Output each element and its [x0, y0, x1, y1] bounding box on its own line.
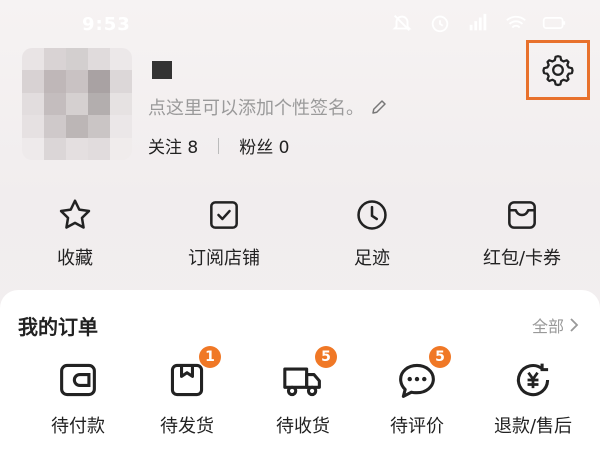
order-pending-payment[interactable]: 待付款: [23, 360, 133, 438]
wallet-icon: [60, 363, 96, 397]
stats-divider: [218, 137, 220, 154]
profile-name-redacted: [152, 61, 172, 79]
signature-text: 点这里可以添加个性签名。: [148, 98, 364, 119]
comment-icon: [399, 363, 435, 398]
battery-icon: [542, 17, 566, 29]
order-refund-after-sales[interactable]: 退款/售后: [478, 360, 588, 438]
order-label: 待付款: [51, 416, 105, 437]
follow-count: 8: [187, 138, 199, 158]
subscribe-store-icon: [210, 201, 238, 229]
clock-icon: [357, 200, 387, 230]
signal-icon: [469, 13, 487, 31]
status-bar: 9:53: [0, 0, 600, 46]
alarm-icon: [431, 15, 449, 33]
quick-link-label: 订阅店铺: [188, 248, 260, 269]
orders-all-link[interactable]: 全部: [532, 313, 580, 337]
follow-label: 关注: [148, 138, 182, 158]
settings-button[interactable]: [526, 40, 590, 100]
signature-prompt[interactable]: 点这里可以添加个性签名。: [148, 94, 388, 120]
quick-link-label: 足迹: [354, 248, 390, 269]
order-count-badge: 5: [315, 346, 337, 368]
order-label: 退款/售后: [493, 416, 573, 437]
mute-bell-icon: [392, 15, 412, 31]
status-time: 9:53: [82, 14, 131, 35]
orders-card: 我的订单 全部 待付款 1 待发货 5 待收货 5 待评价 退款/售后: [0, 290, 600, 450]
pencil-icon: [372, 100, 386, 114]
order-pending-shipment[interactable]: 1 待发货: [132, 346, 242, 438]
order-pending-receipt[interactable]: 5 待收货: [248, 346, 358, 438]
order-label: 待发货: [160, 416, 214, 437]
package-icon: [170, 363, 204, 397]
order-count-badge: 5: [429, 346, 451, 368]
refund-icon: [516, 363, 550, 397]
wifi-icon: [506, 15, 526, 29]
order-pending-review[interactable]: 5 待评价: [362, 346, 472, 438]
avatar[interactable]: [22, 48, 132, 160]
quick-link-footprints[interactable]: 足迹: [312, 196, 432, 270]
order-label: 待收货: [276, 416, 330, 437]
fans-label: 粉丝: [239, 138, 274, 158]
star-icon: [59, 199, 91, 229]
follow-stat[interactable]: 关注 8: [148, 133, 198, 158]
quick-link-label: 收藏: [57, 248, 93, 269]
quick-link-subscribed-stores[interactable]: 订阅店铺: [164, 196, 284, 270]
fans-count: 0: [278, 138, 290, 158]
fans-stat[interactable]: 粉丝 0: [239, 133, 289, 158]
coupon-icon: [508, 201, 536, 229]
profile-stats: 关注 8 粉丝 0: [148, 133, 289, 158]
quick-links: 收藏 订阅店铺 足迹 红包/卡券: [0, 196, 600, 270]
quick-link-label: 红包/卡券: [482, 248, 562, 269]
chevron-right-icon: [570, 318, 579, 332]
gear-icon: [542, 55, 574, 87]
orders-title: 我的订单: [18, 315, 98, 339]
quick-link-coupons[interactable]: 红包/卡券: [462, 196, 582, 270]
order-label: 待评价: [390, 416, 444, 437]
quick-link-favorites[interactable]: 收藏: [15, 196, 135, 270]
order-count-badge: 1: [199, 346, 221, 368]
orders-all-label: 全部: [531, 317, 564, 336]
truck-icon: [283, 367, 321, 397]
